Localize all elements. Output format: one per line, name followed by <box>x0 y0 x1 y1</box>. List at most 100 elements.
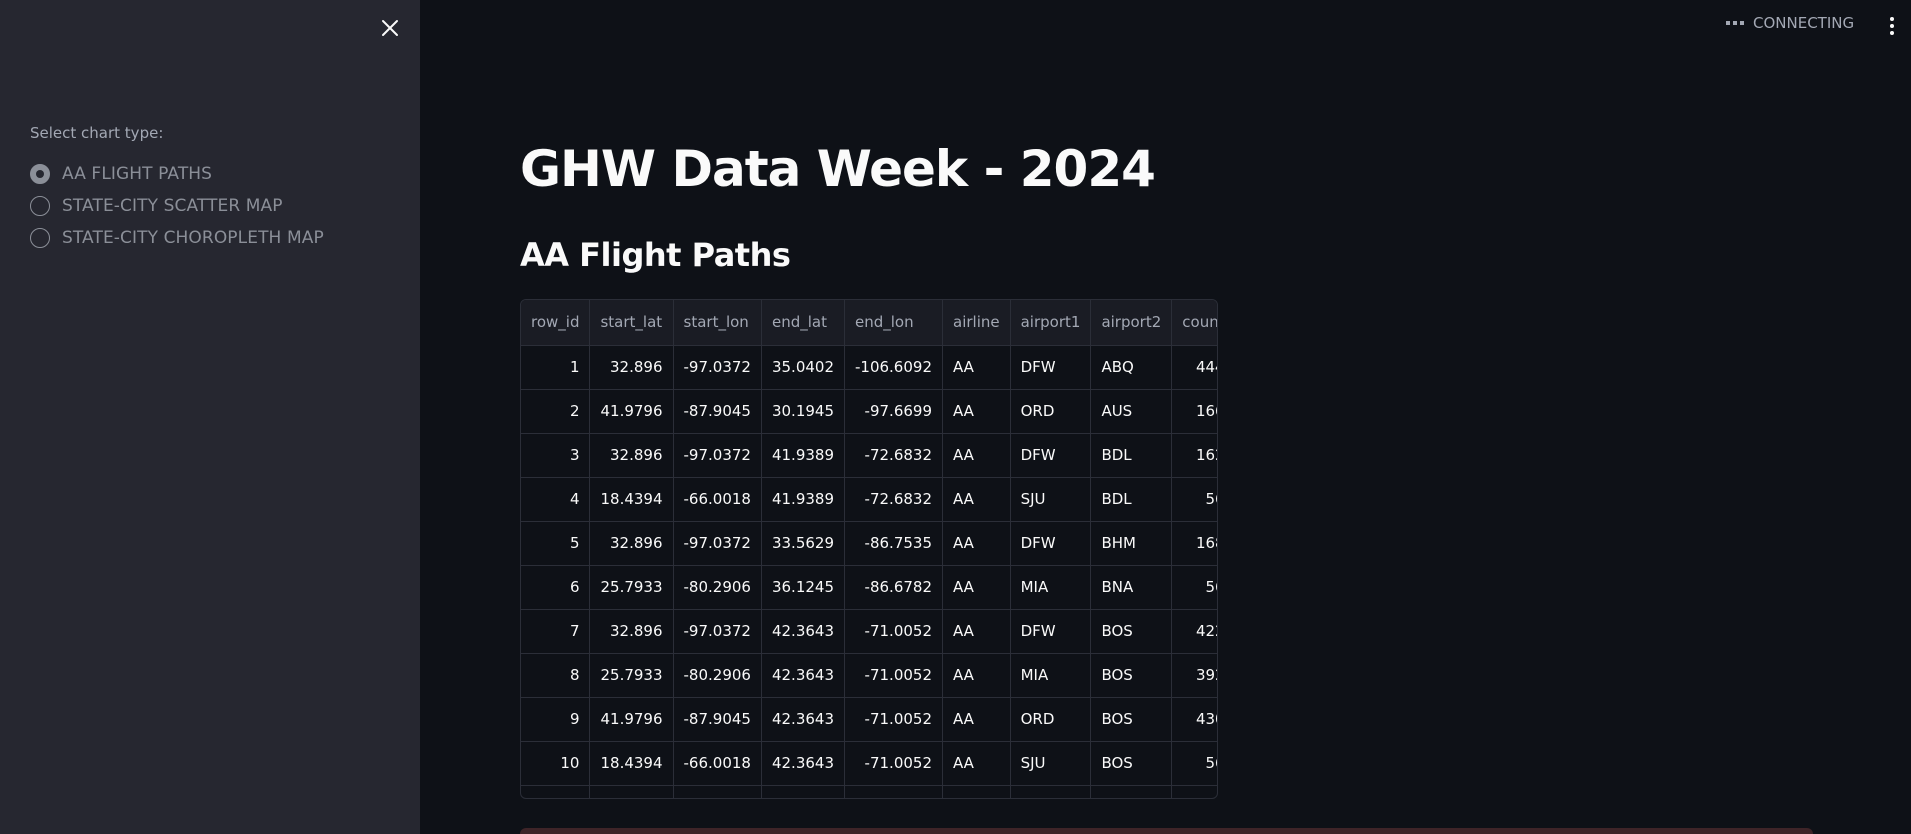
table-cell[interactable]: AA <box>942 521 1011 566</box>
table-cell[interactable]: 30.1945 <box>761 389 846 434</box>
table-cell[interactable]: -97.6699 <box>844 389 943 434</box>
radio-option-state-city-scatter-map[interactable]: STATE-CITY SCATTER MAP <box>30 190 324 222</box>
column-header[interactable]: end_lat <box>761 300 846 346</box>
table-cell[interactable]: 2 <box>521 389 591 434</box>
table-cell[interactable]: -87.9045 <box>673 389 762 434</box>
table-cell[interactable]: 32.896 <box>589 433 674 478</box>
table-cell[interactable]: -97.0372 <box>673 345 762 390</box>
table-cell[interactable]: 36.1245 <box>761 565 846 610</box>
table-cell[interactable]: MIA <box>1010 565 1092 610</box>
table-row[interactable]: 8 25.7933 -80.2906 42.3643 -71.0052 AA MIA BOS 3… <box>521 653 1217 698</box>
table-cell[interactable]: SJU <box>1010 477 1092 522</box>
table-cell[interactable]: 56 <box>1171 741 1217 786</box>
column-header[interactable]: row_id <box>521 300 591 346</box>
table-cell[interactable]: 18.4394 <box>589 741 674 786</box>
table-cell[interactable]: BOS <box>1090 653 1173 698</box>
table-cell[interactable]: 4 <box>521 477 591 522</box>
table-row[interactable]: 5 32.896 -97.0372 33.5629 -86.7535 AA DFW BHM 16… <box>521 521 1217 566</box>
table-cell[interactable]: 25.7933 <box>589 565 674 610</box>
table-cell[interactable]: 9 <box>521 697 591 742</box>
table-row[interactable]: 1 32.896 -97.0372 35.0402 -106.6092 AA DFW ABQ 4… <box>521 345 1217 390</box>
table-cell[interactable]: AA <box>942 697 1011 742</box>
table-cell[interactable]: SJU <box>1010 741 1092 786</box>
table-cell[interactable]: -97.0372 <box>673 609 762 654</box>
table-cell[interactable]: -80.2906 <box>673 653 762 698</box>
table-cell[interactable]: -86.6782 <box>844 565 943 610</box>
table-cell[interactable]: 7 <box>521 609 591 654</box>
table-cell[interactable]: 6 <box>521 565 591 610</box>
table-cell[interactable]: 41.9389 <box>761 433 846 478</box>
table-cell[interactable]: DFW <box>1010 609 1092 654</box>
table-row[interactable]: 2 41.9796 -87.9045 30.1945 -97.6699 AA ORD AUS 1… <box>521 389 1217 434</box>
table-cell[interactable]: ORD <box>1010 389 1092 434</box>
table-cell[interactable]: AA <box>942 653 1011 698</box>
table-cell[interactable]: 41.9796 <box>589 389 674 434</box>
table-cell[interactable]: 3 <box>521 433 591 478</box>
table-cell[interactable]: 162 <box>1171 433 1217 478</box>
table-cell[interactable]: -66.0018 <box>673 741 762 786</box>
table-cell[interactable]: AA <box>942 477 1011 522</box>
table-cell[interactable]: 444 <box>1171 345 1217 390</box>
table-cell[interactable]: 8 <box>521 653 591 698</box>
table-cell[interactable]: DFW <box>1010 521 1092 566</box>
table-cell[interactable]: -71.0052 <box>844 741 943 786</box>
column-header[interactable]: start_lat <box>589 300 674 346</box>
table-cell[interactable]: 41.9389 <box>761 477 846 522</box>
table-row[interactable]: 6 25.7933 -80.2906 36.1245 -86.6782 AA MIA BNA 5… <box>521 565 1217 610</box>
table-cell[interactable]: 42.3643 <box>761 697 846 742</box>
table-cell[interactable]: ABQ <box>1090 345 1173 390</box>
table-cell[interactable]: -72.6832 <box>844 433 943 478</box>
table-cell[interactable]: BNA <box>1090 565 1173 610</box>
table-cell[interactable]: AA <box>942 345 1011 390</box>
table-cell[interactable]: -97.0372 <box>673 521 762 566</box>
table-cell[interactable]: 35.0402 <box>761 345 846 390</box>
column-header[interactable]: airline <box>942 300 1011 346</box>
table-cell[interactable]: 33.5629 <box>761 521 846 566</box>
table-cell[interactable]: 42.3643 <box>761 653 846 698</box>
table-cell[interactable]: -66.0018 <box>673 477 762 522</box>
table-cell[interactable]: -87.9045 <box>673 697 762 742</box>
table-cell[interactable]: 25.7933 <box>589 653 674 698</box>
column-header[interactable]: start_lon <box>673 300 762 346</box>
table-cell[interactable]: 18.4394 <box>589 477 674 522</box>
table-cell[interactable]: 168 <box>1171 521 1217 566</box>
table-cell[interactable]: 32.896 <box>589 521 674 566</box>
table-cell[interactable]: AA <box>942 433 1011 478</box>
table-cell[interactable]: -80.2906 <box>673 565 762 610</box>
table-row[interactable]: 10 18.4394 -66.0018 42.3643 -71.0052 AA SJU BOS… <box>521 741 1217 786</box>
table-cell[interactable]: BOS <box>1090 609 1173 654</box>
table-cell[interactable]: BDL <box>1090 433 1173 478</box>
table-cell[interactable]: DFW <box>1010 345 1092 390</box>
table-cell[interactable]: 42.3643 <box>761 741 846 786</box>
table-cell[interactable]: -97.0372 <box>673 433 762 478</box>
table-row[interactable]: 4 18.4394 -66.0018 41.9389 -72.6832 AA SJU BDL 5… <box>521 477 1217 522</box>
column-header[interactable]: airport2 <box>1090 300 1173 346</box>
column-header[interactable]: count <box>1171 300 1217 346</box>
table-cell[interactable]: 1 <box>521 345 591 390</box>
table-cell[interactable]: MIA <box>1010 653 1092 698</box>
table-cell[interactable]: 430 <box>1171 697 1217 742</box>
table-cell[interactable]: -86.7535 <box>844 521 943 566</box>
table-cell[interactable]: BHM <box>1090 521 1173 566</box>
table-cell[interactable]: AUS <box>1090 389 1173 434</box>
table-row[interactable]: 7 32.896 -97.0372 42.3643 -71.0052 AA DFW BOS 42… <box>521 609 1217 654</box>
table-cell[interactable]: BDL <box>1090 477 1173 522</box>
table-cell[interactable]: AA <box>942 741 1011 786</box>
table-cell[interactable]: 56 <box>1171 565 1217 610</box>
radio-option-state-city-choropleth-map[interactable]: STATE-CITY CHOROPLETH MAP <box>30 222 324 254</box>
table-cell[interactable]: 166 <box>1171 389 1217 434</box>
table-cell[interactable]: -106.6092 <box>844 345 943 390</box>
table-cell[interactable]: ORD <box>1010 697 1092 742</box>
table-cell[interactable]: 5 <box>521 521 591 566</box>
table-cell[interactable]: 42.3643 <box>761 609 846 654</box>
table-cell[interactable]: -71.0052 <box>844 609 943 654</box>
table-cell[interactable]: 41.9796 <box>589 697 674 742</box>
table-cell[interactable]: 32.896 <box>589 609 674 654</box>
radio-option-aa-flight-paths[interactable]: AA FLIGHT PATHS <box>30 158 324 190</box>
data-table[interactable]: row_id start_lat start_lon end_lat end_l… <box>520 299 1218 799</box>
table-row[interactable]: 9 41.9796 -87.9045 42.3643 -71.0052 AA ORD BOS 4… <box>521 697 1217 742</box>
table-cell[interactable]: 422 <box>1171 609 1217 654</box>
column-header[interactable]: airport1 <box>1010 300 1092 346</box>
table-cell[interactable]: DFW <box>1010 433 1092 478</box>
kebab-menu-icon[interactable] <box>1882 14 1902 38</box>
